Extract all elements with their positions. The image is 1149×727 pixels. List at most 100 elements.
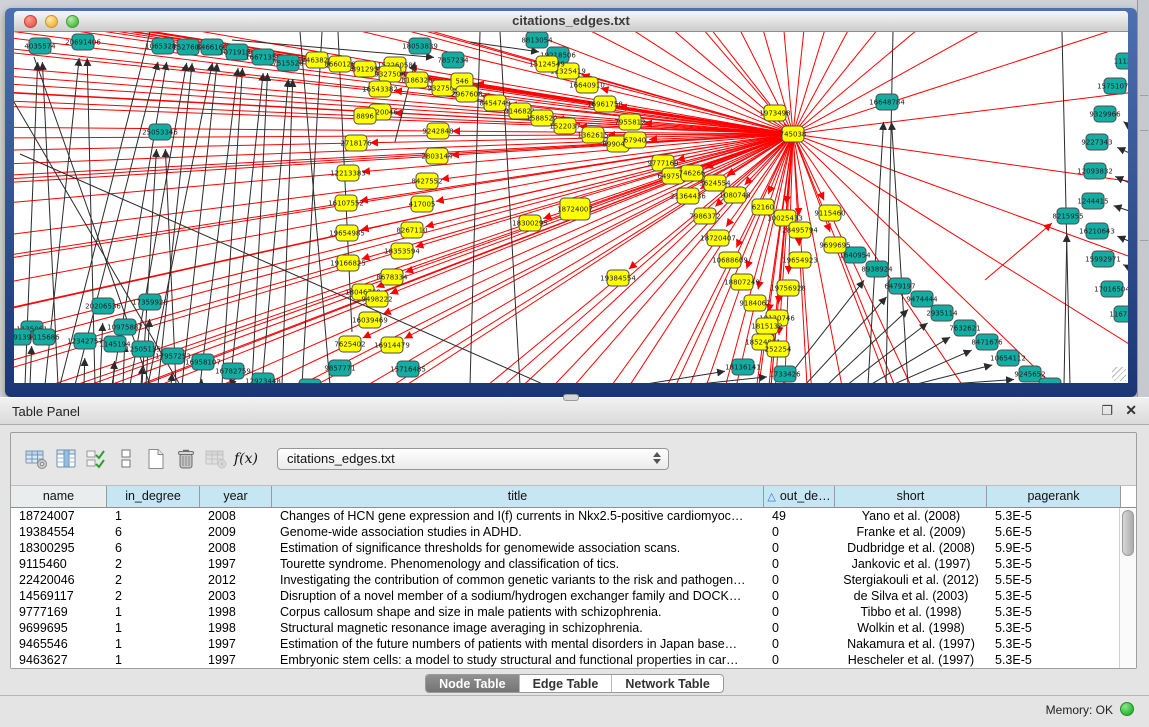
table-settings-icon[interactable] — [21, 445, 51, 473]
graph-node[interactable]: 21364436 — [670, 188, 706, 204]
table-row[interactable]: 977716911998Corpus callosum shape and si… — [11, 604, 1136, 620]
table-scrollbar[interactable] — [1119, 508, 1136, 668]
tab-network-table[interactable]: Network Table — [611, 675, 723, 692]
float-window-icon[interactable]: ❐ — [1101, 403, 1113, 419]
graph-node[interactable]: 19166825 — [330, 255, 366, 271]
graph-node[interactable]: 15992971 — [1085, 251, 1121, 267]
table-column-icon[interactable] — [51, 445, 81, 473]
graph-node[interactable]: 2967608 — [451, 86, 482, 102]
graph-node[interactable]: 12213383 — [330, 165, 366, 181]
graph-node[interactable]: 10654112 — [990, 350, 1026, 366]
graph-node[interactable]: 8215955 — [1052, 208, 1083, 224]
column-header-in_degree[interactable]: in_degree — [107, 486, 200, 507]
graph-node[interactable]: 8427552 — [411, 173, 442, 189]
graph-node[interactable]: 2935114 — [926, 305, 958, 321]
graph-node[interactable]: 8813054 — [521, 32, 553, 48]
graph-node[interactable]: 9498222 — [361, 291, 392, 307]
graph-node[interactable]: 16107552 — [328, 195, 364, 211]
resize-grip-icon[interactable] — [1112, 367, 1126, 381]
citation-network-graph[interactable]: 4035574206914061065328715276026466160107… — [14, 32, 1128, 383]
table-source-dropdown[interactable]: citations_edges.txt — [277, 448, 669, 470]
graph-node[interactable]: 9329966 — [1089, 106, 1121, 122]
graph-node[interactable] — [299, 379, 321, 383]
graph-node[interactable]: 2718176 — [340, 135, 372, 151]
table-row[interactable]: 911546021997Tourette syndrome. Phenomeno… — [11, 556, 1136, 572]
graph-node[interactable]: 67940 — [624, 132, 646, 148]
graph-node[interactable]: 1244415 — [1077, 193, 1108, 209]
graph-node[interactable]: 1522037 — [549, 118, 580, 134]
graph-node[interactable]: 7632621 — [949, 320, 980, 336]
close-panel-icon[interactable]: ✕ — [1125, 402, 1137, 419]
graph-node[interactable]: 9184067 — [739, 295, 770, 311]
graph-node[interactable]: 9115460 — [814, 205, 845, 221]
tab-node-table[interactable]: Node Table — [426, 675, 518, 692]
graph-node[interactable]: 9857771 — [324, 360, 355, 376]
graph-node[interactable]: 16210643 — [1079, 223, 1115, 239]
delete-icon[interactable] — [171, 445, 201, 473]
graph-node[interactable]: 19654923 — [782, 252, 818, 268]
scrollbar-thumb[interactable] — [1122, 510, 1134, 556]
graph-node[interactable]: 10975887 — [107, 319, 143, 335]
table-row[interactable]: 969969511998Structural magnetic resonanc… — [11, 620, 1136, 636]
column-header-name[interactable]: name — [11, 486, 107, 507]
graph-node[interactable]: 18053839 — [402, 38, 438, 54]
graph-node[interactable]: 20206536 — [85, 298, 121, 314]
graph-node[interactable]: 417005 — [409, 196, 436, 212]
graph-node[interactable]: 17016504 — [1094, 281, 1128, 297]
graph-node[interactable]: 9227343 — [1081, 134, 1112, 150]
graph-node[interactable]: 18300295 — [512, 215, 548, 231]
graph-node[interactable]: 20691406 — [65, 34, 101, 50]
row-cells-icon[interactable] — [111, 445, 141, 473]
graph-node[interactable]: 7857234 — [437, 52, 469, 68]
column-checklist-icon[interactable] — [81, 445, 111, 473]
graph-node[interactable]: 9474444 — [906, 291, 938, 307]
graph-node[interactable]: 1167535 — [1109, 306, 1128, 322]
graph-node[interactable]: 111258 — [1114, 53, 1128, 69]
graph-node[interactable]: 62160 — [752, 199, 774, 215]
graph-node[interactable]: 9242848 — [422, 123, 453, 139]
graph-node[interactable]: 15751074 — [1097, 78, 1128, 94]
graph-node[interactable]: 8896 — [354, 108, 376, 124]
network-window[interactable]: citations_edges.txt 40355742069140610653… — [5, 8, 1137, 397]
graph-node[interactable]: 8267110 — [396, 222, 427, 238]
graph-node[interactable]: 19384554 — [600, 270, 636, 286]
graph-node[interactable]: 18136141 — [725, 359, 761, 375]
table-row[interactable]: 1872400712008Changes of HCN gene express… — [11, 508, 1136, 524]
window-titlebar[interactable]: citations_edges.txt — [14, 11, 1128, 32]
table-row[interactable]: 1456911722003Disruption of a novel membe… — [11, 588, 1136, 604]
graph-node[interactable]: 1973498 — [759, 105, 790, 121]
table-row[interactable]: 2242004622012Investigating the contribut… — [11, 572, 1136, 588]
graph-node[interactable]: 15716485 — [390, 361, 426, 377]
graph-node[interactable]: 1733426 — [769, 366, 801, 382]
table-row[interactable]: 946554611997Estimation of the future num… — [11, 636, 1136, 652]
graph-node[interactable]: 6479197 — [884, 278, 915, 294]
graph-node[interactable]: 7955812 — [614, 114, 645, 130]
graph-node[interactable]: 7625402 — [334, 336, 365, 352]
graph-node[interactable]: 4035574 — [24, 38, 56, 54]
graph-node[interactable]: 17359928 — [132, 294, 168, 310]
table-row[interactable]: 1938455462009Genome-wide association stu… — [11, 524, 1136, 540]
graph-node[interactable]: 19756928 — [770, 280, 806, 296]
graph-node[interactable]: 18724007 — [557, 198, 593, 220]
graph-node[interactable]: 10688609 — [712, 252, 748, 268]
graph-node[interactable]: 2803144 — [421, 148, 453, 164]
graph-node[interactable] — [1039, 378, 1061, 383]
network-canvas[interactable]: 4035574206914061065328715276026466160107… — [14, 32, 1128, 383]
graph-node[interactable]: 16914479 — [374, 337, 410, 353]
split-handle[interactable] — [563, 394, 579, 401]
column-header-short[interactable]: short — [835, 486, 987, 507]
function-builder-icon[interactable]: f(x) — [231, 445, 261, 473]
graph-node[interactable]: 8678334 — [376, 269, 408, 285]
column-header-year[interactable]: year — [200, 486, 272, 507]
table-row[interactable]: 946362711997Embryonic stem cells: a mode… — [11, 652, 1136, 668]
graph-node[interactable]: 18720407 — [700, 230, 736, 246]
graph-node[interactable]: 252254 — [765, 341, 792, 357]
new-document-icon[interactable] — [141, 445, 171, 473]
table-row[interactable]: 1830029562008Estimation of significance … — [11, 540, 1136, 556]
graph-node[interactable]: 16543382 — [362, 81, 398, 97]
graph-node[interactable]: 9699695 — [819, 237, 850, 253]
column-header-title[interactable]: title — [272, 486, 764, 507]
graph-node[interactable]: 7986372 — [689, 208, 720, 224]
graph-node[interactable]: 1815132 — [751, 318, 782, 334]
graph-node[interactable]: 12093832 — [1077, 163, 1113, 179]
